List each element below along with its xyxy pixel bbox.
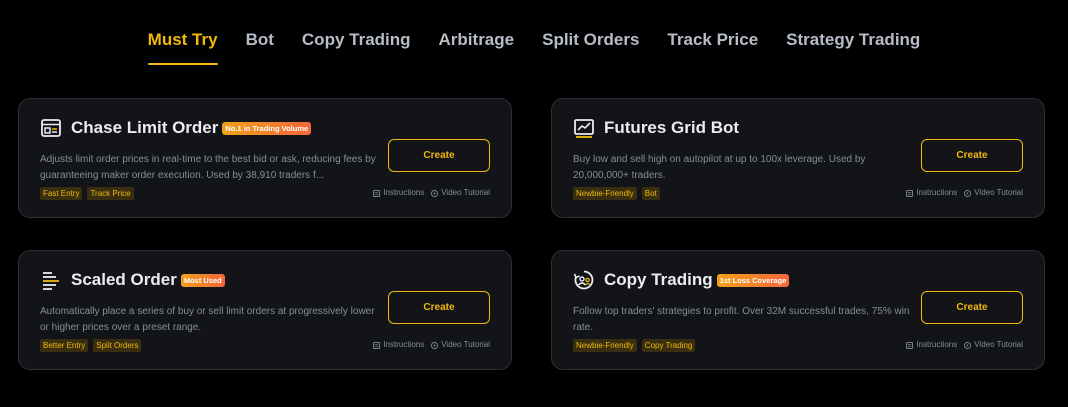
video-tutorial-label: Video Tutorial bbox=[441, 340, 490, 349]
create-button[interactable]: Create bbox=[921, 139, 1023, 172]
card-badge: 1st Loss Coverage bbox=[716, 273, 790, 287]
copy-trading-icon bbox=[573, 269, 595, 291]
create-button[interactable]: Create bbox=[388, 291, 490, 324]
card-tags: Better Entry Split Orders bbox=[40, 339, 142, 352]
instructions-link[interactable]: Instructions bbox=[906, 339, 957, 351]
video-tutorial-label: Video Tutorial bbox=[441, 188, 490, 197]
video-tutorial-link[interactable]: Video Tutorial bbox=[964, 339, 1023, 351]
card-links: Instructions Video Tutorial bbox=[906, 187, 1023, 199]
video-tutorial-label: Video Tutorial bbox=[974, 340, 1023, 349]
tag: Track Price bbox=[87, 187, 134, 200]
instructions-link[interactable]: Instructions bbox=[373, 339, 424, 351]
card-description: Adjusts limit order prices in real-time … bbox=[40, 154, 376, 181]
card-header: Chase Limit Order No.1 in Trading Volume bbox=[40, 117, 312, 139]
video-tutorial-link[interactable]: Video Tutorial bbox=[431, 339, 490, 351]
tag: Newbie-Friendly bbox=[573, 339, 637, 352]
video-tutorial-label: Video Tutorial bbox=[974, 188, 1023, 197]
instructions-label: Instructions bbox=[916, 188, 958, 197]
card-header: Copy Trading 1st Loss Coverage bbox=[573, 269, 790, 291]
tab-copy-trading[interactable]: Copy Trading bbox=[302, 30, 411, 64]
scaled-lines-icon bbox=[40, 269, 62, 291]
card-title: Futures Grid Bot bbox=[604, 118, 740, 137]
tag: Bot bbox=[641, 187, 660, 200]
card-title: Chase Limit Order bbox=[71, 118, 219, 137]
futures-grid-bot-card[interactable]: Futures Grid Bot Buy low and sell high o… bbox=[551, 98, 1045, 218]
instructions-link[interactable]: Instructions bbox=[906, 187, 957, 199]
tag: Better Entry bbox=[40, 339, 89, 352]
instructions-label: Instructions bbox=[916, 340, 958, 349]
chase-limit-order-icon bbox=[40, 117, 62, 139]
video-tutorial-link[interactable]: Video Tutorial bbox=[964, 187, 1023, 199]
card-description: Automatically place a series of buy or s… bbox=[40, 306, 375, 333]
instructions-label: Instructions bbox=[383, 188, 425, 197]
tag: Fast Entry bbox=[40, 187, 83, 200]
card-links: Instructions Video Tutorial bbox=[906, 339, 1023, 351]
copy-trading-card[interactable]: Copy Trading 1st Loss Coverage Follow to… bbox=[551, 250, 1045, 370]
strategy-tabs: Must Try Bot Copy Trading Arbitrage Spli… bbox=[0, 30, 1068, 65]
instructions-label: Instructions bbox=[383, 340, 425, 349]
card-tags: Newbie-Friendly Copy Trading bbox=[573, 339, 696, 352]
card-description: Follow top traders' strategies to profit… bbox=[573, 306, 910, 333]
card-title: Copy Trading bbox=[604, 270, 713, 289]
tag: Newbie-Friendly bbox=[573, 187, 637, 200]
card-links: Instructions Video Tutorial bbox=[373, 187, 490, 199]
tab-split-orders[interactable]: Split Orders bbox=[542, 30, 639, 64]
tab-strategy-trading[interactable]: Strategy Trading bbox=[786, 30, 920, 64]
tag: Copy Trading bbox=[641, 339, 696, 352]
document-icon bbox=[373, 189, 381, 197]
scaled-order-card[interactable]: Scaled Order Most Used Automatically pla… bbox=[18, 250, 512, 370]
create-button[interactable]: Create bbox=[388, 139, 490, 172]
document-icon bbox=[906, 341, 914, 349]
grid-chart-icon bbox=[573, 117, 595, 139]
video-tutorial-link[interactable]: Video Tutorial bbox=[431, 187, 490, 199]
card-badge: Most Used bbox=[180, 273, 225, 287]
chase-limit-order-card[interactable]: Chase Limit Order No.1 in Trading Volume… bbox=[18, 98, 512, 218]
play-icon bbox=[964, 189, 972, 197]
card-links: Instructions Video Tutorial bbox=[373, 339, 490, 351]
tab-bot[interactable]: Bot bbox=[246, 30, 274, 64]
create-button[interactable]: Create bbox=[921, 291, 1023, 324]
card-description: Buy low and sell high on autopilot at up… bbox=[573, 154, 866, 181]
card-tags: Fast Entry Track Price bbox=[40, 187, 134, 200]
card-header: Futures Grid Bot bbox=[573, 117, 739, 139]
card-badge: No.1 in Trading Volume bbox=[222, 121, 312, 135]
tab-arbitrage[interactable]: Arbitrage bbox=[439, 30, 515, 64]
instructions-link[interactable]: Instructions bbox=[373, 187, 424, 199]
play-icon bbox=[431, 189, 439, 197]
tag: Split Orders bbox=[93, 339, 142, 352]
document-icon bbox=[906, 189, 914, 197]
card-title: Scaled Order bbox=[71, 270, 177, 289]
play-icon bbox=[431, 341, 439, 349]
document-icon bbox=[373, 341, 381, 349]
tab-track-price[interactable]: Track Price bbox=[667, 30, 758, 64]
strategy-page: Must Try Bot Copy Trading Arbitrage Spli… bbox=[0, 0, 1068, 407]
card-header: Scaled Order Most Used bbox=[40, 269, 225, 291]
card-tags: Newbie-Friendly Bot bbox=[573, 187, 660, 200]
play-icon bbox=[964, 341, 972, 349]
tab-must-try[interactable]: Must Try bbox=[147, 30, 218, 65]
